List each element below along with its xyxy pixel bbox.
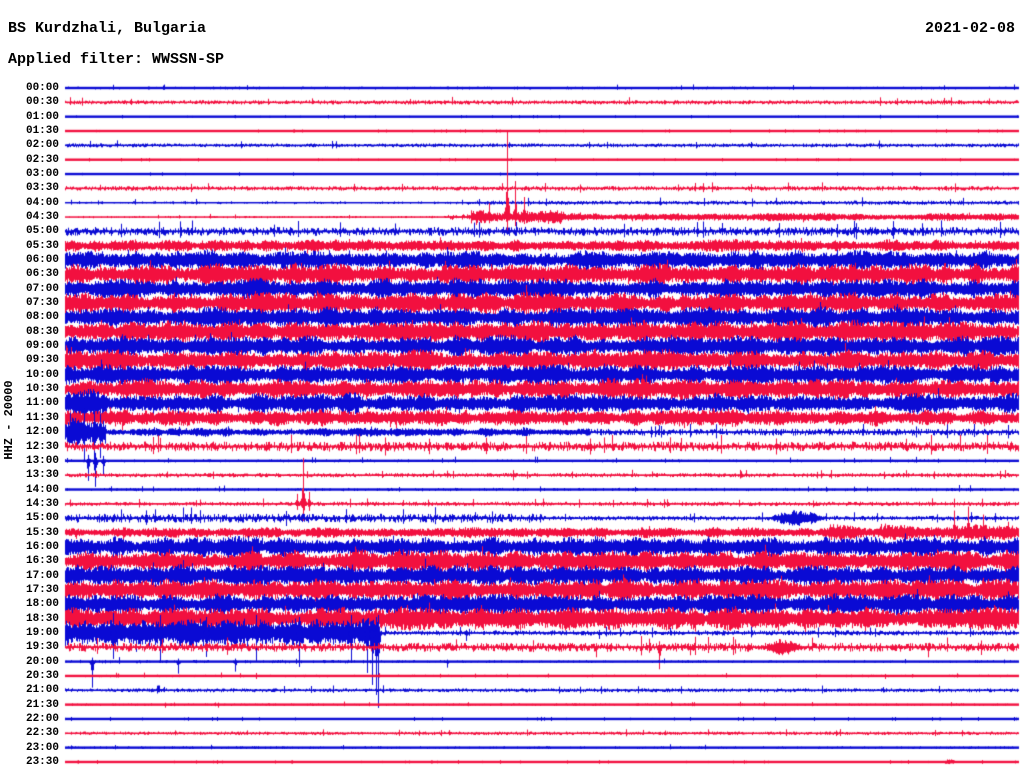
time-label: 03:30 xyxy=(25,182,59,195)
helicorder-canvas xyxy=(0,0,1024,780)
time-label: 15:00 xyxy=(25,512,59,525)
time-label: 19:00 xyxy=(25,626,59,639)
date-label: 2021-02-08 xyxy=(924,20,1015,37)
time-label: 00:00 xyxy=(25,82,59,94)
time-label: 03:00 xyxy=(25,168,59,181)
time-label: 13:00 xyxy=(25,454,59,467)
time-label: 14:00 xyxy=(25,483,59,496)
time-label: 18:00 xyxy=(25,598,59,611)
time-label: 17:30 xyxy=(25,583,59,596)
time-label: 04:00 xyxy=(25,196,59,209)
time-label: 12:00 xyxy=(25,426,59,439)
time-label: 05:00 xyxy=(25,225,59,238)
time-label: 11:30 xyxy=(25,411,59,424)
time-label: 06:00 xyxy=(25,254,59,267)
time-label: 08:00 xyxy=(25,311,59,324)
time-label: 06:30 xyxy=(25,268,59,281)
time-label: 22:00 xyxy=(25,712,59,725)
time-label: 20:00 xyxy=(25,655,59,668)
time-label: 09:00 xyxy=(25,340,59,353)
time-label: 16:00 xyxy=(25,540,59,553)
station-title: BS Kurdzhali, Bulgaria xyxy=(8,20,207,37)
time-label: 12:30 xyxy=(25,440,59,453)
time-label: 01:00 xyxy=(25,110,59,123)
time-label: 09:30 xyxy=(25,354,59,367)
time-label: 16:30 xyxy=(25,555,59,568)
time-label: 18:30 xyxy=(25,612,59,625)
time-label: 22:30 xyxy=(25,727,59,740)
time-label: 23:00 xyxy=(25,741,59,754)
time-label: 15:30 xyxy=(25,526,59,539)
time-label: 04:30 xyxy=(25,211,59,224)
time-label: 05:30 xyxy=(25,239,59,252)
time-label: 10:30 xyxy=(25,383,59,396)
time-label: 20:30 xyxy=(25,669,59,682)
time-label: 13:30 xyxy=(25,469,59,482)
time-label: 07:30 xyxy=(25,297,59,310)
time-label: 17:00 xyxy=(25,569,59,582)
time-label: 02:00 xyxy=(25,139,59,152)
helicorder-page: BS Kurdzhali, Bulgaria Applied filter: W… xyxy=(0,0,1024,780)
time-label: 10:00 xyxy=(25,368,59,381)
time-label: 21:30 xyxy=(25,698,59,711)
time-label: 00:30 xyxy=(25,96,59,109)
time-label: 01:30 xyxy=(25,125,59,138)
filter-label: Applied filter: WWSSN-SP xyxy=(8,51,225,68)
time-label: 14:30 xyxy=(25,497,59,510)
time-label: 08:30 xyxy=(25,325,59,338)
time-label: 02:30 xyxy=(25,153,59,166)
time-label: 11:00 xyxy=(25,397,59,410)
time-label: 07:00 xyxy=(25,282,59,295)
time-label: 19:30 xyxy=(25,641,59,654)
time-label: 23:30 xyxy=(25,755,59,768)
time-label: 21:00 xyxy=(25,684,59,697)
